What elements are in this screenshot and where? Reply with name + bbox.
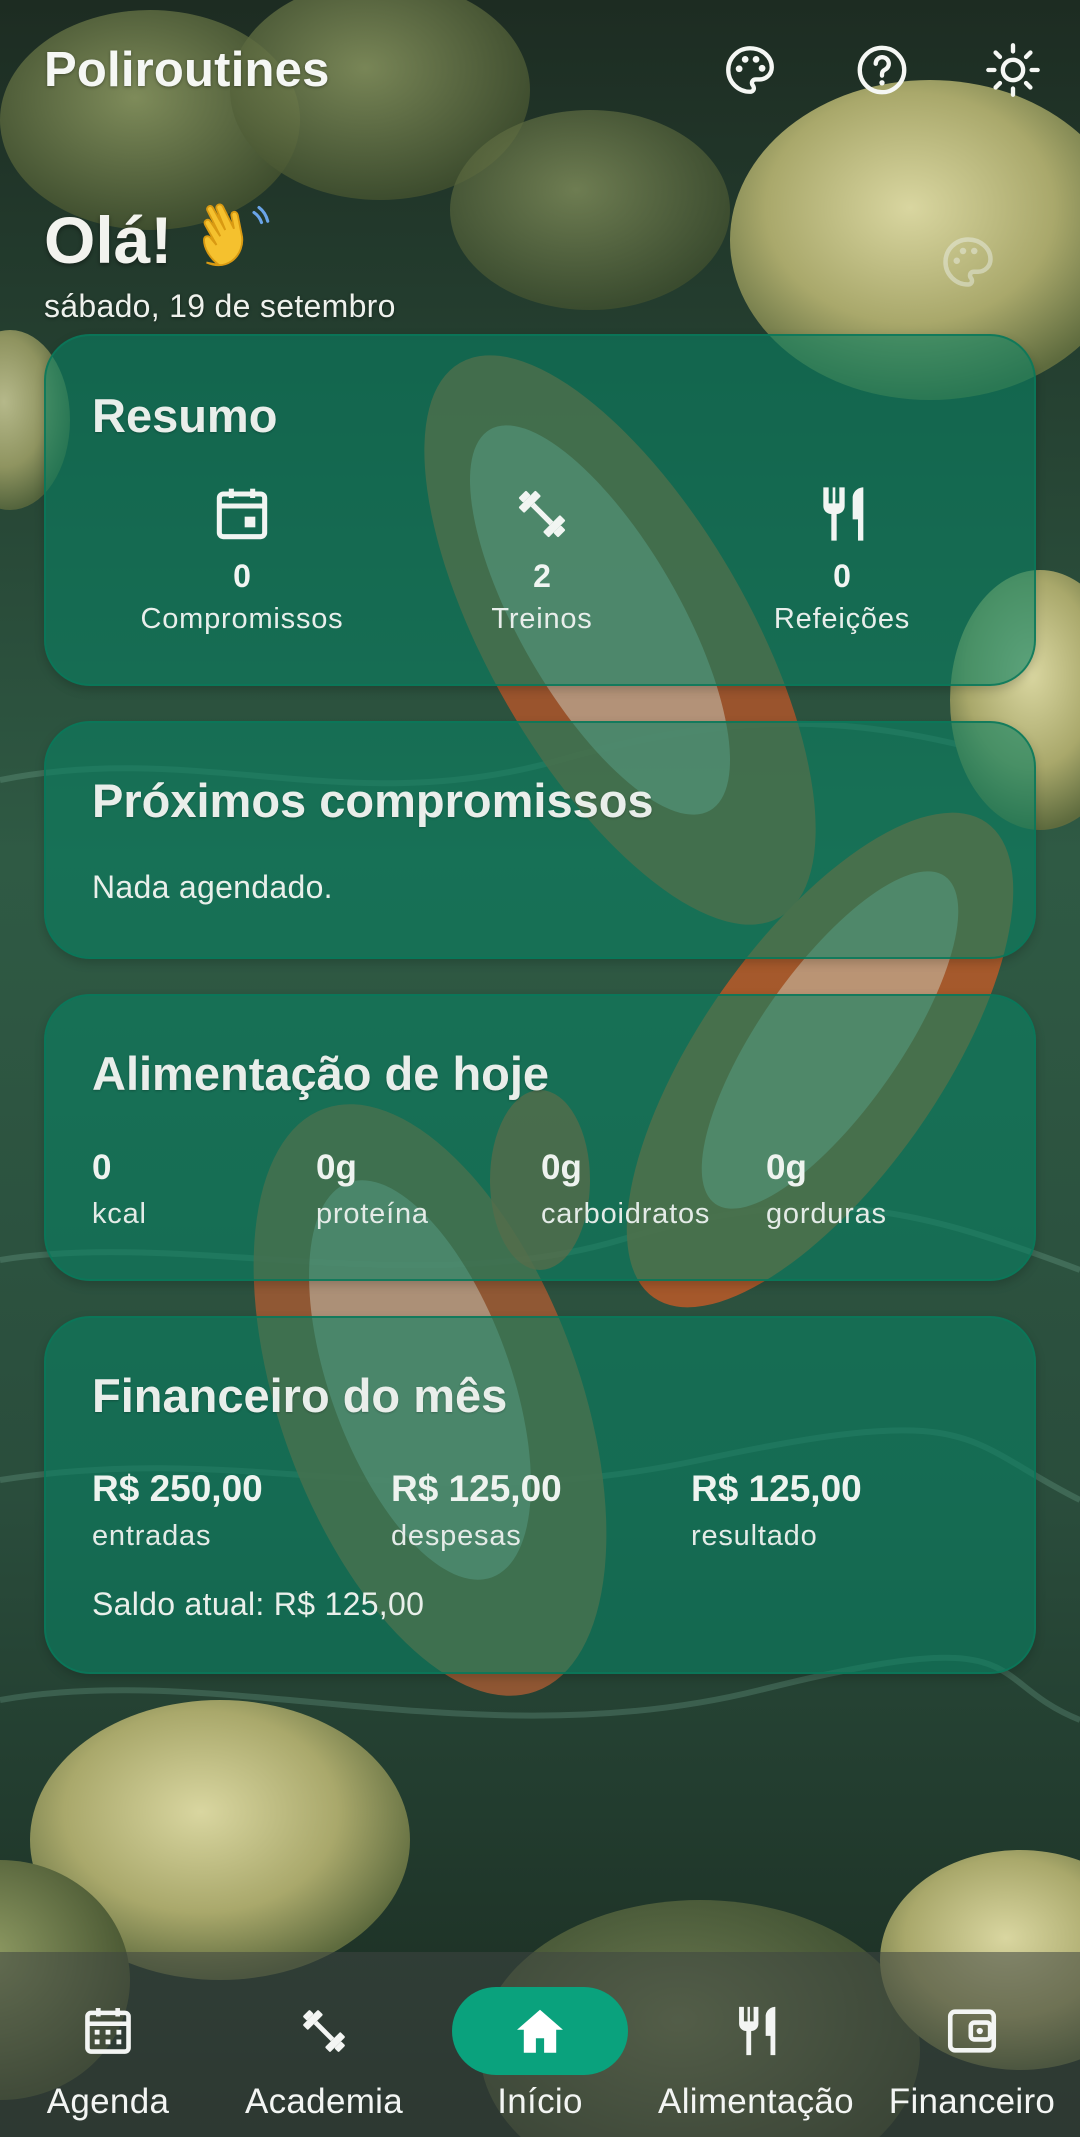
top-app-bar: Poliroutines [0, 0, 1080, 150]
finance-result: R$ 125,00 resultado [691, 1468, 862, 1553]
summary-card[interactable]: Resumo 0 Compromissos 2 Treinos 0 Refeiç… [44, 334, 1036, 686]
summary-appointments[interactable]: 0 Compromissos [92, 482, 392, 636]
finance-income: R$ 250,00 entradas [92, 1468, 263, 1553]
restaurant-icon [739, 2006, 776, 2056]
food-protein: 0g proteína [316, 1148, 429, 1231]
finance-month-card[interactable]: Financeiro do mês R$ 250,00 entradas R$ … [44, 1316, 1036, 1674]
restaurant-icon [823, 487, 864, 541]
calendar-icon [85, 2008, 131, 2054]
fat-value: 0g [766, 1148, 807, 1187]
summary-meals[interactable]: 0 Refeições [692, 482, 992, 636]
nav-inicio-label: Início [497, 2082, 583, 2121]
workouts-label: Treinos [491, 603, 593, 635]
upcoming-title: Próximos compromissos [92, 774, 654, 827]
kcal-label: kcal [92, 1198, 147, 1230]
carbs-value: 0g [541, 1148, 582, 1187]
food-carbs: 0g carboidratos [541, 1148, 710, 1231]
food-today-card[interactable]: Alimentação de hoje 0 kcal 0g proteína 0… [44, 994, 1036, 1281]
greeting-text: Olá! [44, 203, 173, 277]
palette-button[interactable] [718, 38, 782, 102]
food-fat: 0g gorduras [766, 1148, 887, 1231]
nav-agenda-label: Agenda [46, 2082, 170, 2121]
calendar-icon [216, 488, 268, 540]
finance-expenses: R$ 125,00 despesas [391, 1468, 562, 1553]
fat-label: gorduras [766, 1198, 887, 1230]
protein-label: proteína [316, 1198, 429, 1230]
food-title: Alimentação de hoje [92, 1047, 550, 1100]
expenses-value: R$ 125,00 [391, 1468, 562, 1509]
nav-inicio[interactable]: Início [432, 1952, 648, 2137]
income-value: R$ 250,00 [92, 1468, 263, 1509]
finance-title: Financeiro do mês [92, 1369, 508, 1422]
upcoming-empty-text: Nada agendado. [92, 869, 333, 905]
dumbbell-icon [303, 2010, 345, 2052]
meals-label: Refeições [773, 603, 911, 635]
nav-academia[interactable]: Academia [216, 1952, 432, 2137]
summary-workouts[interactable]: 2 Treinos [392, 482, 692, 636]
bottom-navigation: Agenda Academia Início Alimentação Finan… [0, 1952, 1080, 2137]
result-label: resultado [691, 1520, 818, 1552]
appointments-count: 0 [233, 558, 251, 594]
home-icon [517, 2009, 563, 2053]
nav-financeiro[interactable]: Financeiro [864, 1952, 1080, 2137]
summary-title: Resumo [92, 389, 278, 442]
theme-toggle-button[interactable] [981, 38, 1045, 102]
nav-alimentacao[interactable]: Alimentação [648, 1952, 864, 2137]
meals-count: 0 [833, 558, 851, 594]
palette-icon [726, 46, 774, 94]
app-title: Poliroutines [44, 43, 330, 97]
income-label: entradas [92, 1520, 212, 1552]
upcoming-appointments-card[interactable]: Próximos compromissos Nada agendado. [44, 721, 1036, 959]
workouts-count: 2 [533, 558, 551, 594]
nav-agenda[interactable]: Agenda [0, 1952, 216, 2137]
carbs-label: carboidratos [541, 1198, 711, 1230]
protein-value: 0g [316, 1148, 357, 1187]
help-button[interactable] [850, 38, 914, 102]
brightness-icon [986, 43, 1040, 97]
nav-agenda-icon-wrap [20, 1987, 196, 2075]
wallet-icon [947, 2009, 997, 2053]
result-value: R$ 125,00 [691, 1468, 862, 1509]
nav-academia-label: Academia [244, 2082, 404, 2121]
food-kcal: 0 kcal [92, 1148, 147, 1231]
current-date: sábado, 19 de setembro [44, 288, 396, 324]
palette-icon [943, 237, 993, 287]
nav-alimentacao-label: Alimentação [658, 2082, 854, 2121]
expenses-label: despesas [391, 1520, 522, 1552]
kcal-value: 0 [92, 1148, 112, 1187]
nav-financeiro-icon-wrap [884, 1987, 1060, 2075]
nav-inicio-active-indicator [452, 1987, 628, 2075]
waving-hand-icon [203, 203, 270, 267]
appointments-label: Compromissos [140, 603, 344, 635]
nav-alimentacao-icon-wrap [668, 1987, 844, 2075]
nav-academia-icon-wrap [236, 1987, 412, 2075]
current-balance: Saldo atual: R$ 125,00 [92, 1586, 425, 1622]
dumbbell-icon [518, 490, 566, 538]
greeting-heading: Olá! [44, 200, 274, 280]
nav-financeiro-label: Financeiro [888, 2082, 1056, 2121]
help-icon [857, 45, 907, 95]
